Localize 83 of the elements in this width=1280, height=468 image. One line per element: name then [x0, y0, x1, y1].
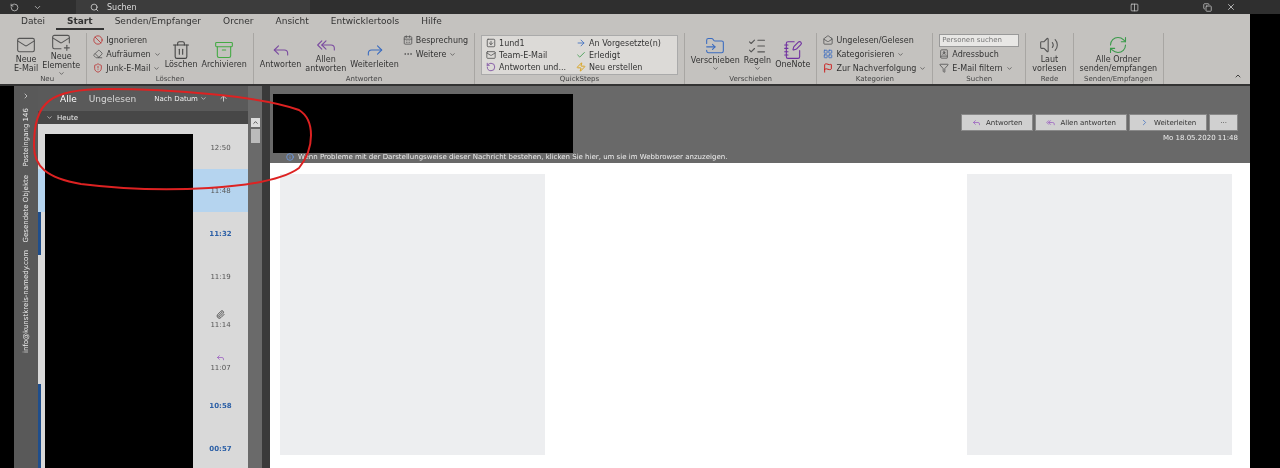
menu-tab[interactable]: Orcner [212, 14, 265, 30]
collapse-caret-icon [46, 114, 53, 121]
scroll-up-icon[interactable] [250, 118, 260, 127]
dropdown-caret-icon [919, 64, 927, 72]
caret-icon [199, 95, 207, 102]
ribbon-icon [823, 35, 834, 45]
reply-arrow-icon [1046, 118, 1056, 127]
ribbon-icon [93, 35, 104, 45]
ribbon-icon [486, 38, 497, 48]
ribbon-button[interactable]: Laut vorlesen [1032, 35, 1067, 73]
sync-icon[interactable] [10, 2, 19, 12]
ribbon-icon [1108, 35, 1129, 55]
ribbon-button[interactable]: Alle Ordner senden/empfangen [1079, 35, 1158, 73]
ribbon-icon [1039, 35, 1060, 55]
ribbon-icon [486, 62, 497, 72]
ribbon-small-button[interactable]: Antworten und... [486, 61, 567, 73]
ribbon-button[interactable]: OneNote [775, 39, 811, 69]
ribbon-icon [823, 63, 834, 73]
menu-tab[interactable]: Senden/Empfanger [103, 14, 213, 30]
ribbon-icon [576, 50, 587, 60]
ribbon-small-button[interactable]: Neu erstellen [576, 61, 661, 73]
ribbon-icon [16, 35, 37, 55]
filter-tab[interactable]: Alle [60, 93, 77, 104]
ribbon-button[interactable]: Allen antworten [305, 35, 347, 73]
ribbon-button[interactable]: Archivieren [201, 39, 247, 69]
reply-arrow-icon [972, 118, 982, 127]
ribbon-icon [402, 35, 413, 45]
dropdown-caret-icon [449, 50, 457, 58]
dropdown-caret-icon [753, 65, 761, 72]
ribbon-small-button[interactable]: Besprechung [402, 35, 469, 45]
ribbon-button[interactable]: Neue E-Mail [14, 35, 39, 73]
ribbon-icon [576, 38, 587, 48]
ribbon-icon [782, 39, 803, 60]
ribbon-small-button[interactable]: An Vorgesetzte(n) [576, 37, 661, 49]
ribbon-small-button[interactable]: 1und1 [486, 37, 567, 49]
menu-tab[interactable]: Entwicklertools [319, 14, 411, 30]
ribbon-button[interactable]: Antworten [259, 39, 302, 69]
info-icon [286, 153, 294, 161]
expand-icon[interactable] [22, 92, 30, 100]
ribbon-icon [171, 39, 192, 60]
menu-tab[interactable]: Datei [10, 14, 56, 30]
dropdown-caret-icon [57, 69, 65, 77]
ribbon-icon [823, 49, 834, 59]
ribbon-button[interactable]: Verschieben [690, 36, 740, 72]
reply-icon [216, 353, 225, 362]
ribbon-small-button[interactable]: Ignorieren [93, 35, 161, 45]
ribbon-small-button[interactable]: Zur Nachverfolgung [823, 63, 927, 73]
filter-tab[interactable]: Ungelesen [88, 93, 137, 104]
dropdown-caret-icon [897, 50, 905, 58]
ribbon-small-button[interactable]: Junk-E-Mail [93, 63, 161, 73]
menu-tab[interactable]: Ansicht [264, 14, 320, 30]
ribbon-small-button[interactable]: Weitere [402, 49, 469, 59]
ribbon-small-button[interactable]: Ungelesen/Gelesen [823, 35, 927, 45]
paperclip-icon [216, 310, 225, 319]
ribbon-small-button[interactable]: Kategorisieren [823, 49, 927, 59]
ribbon-small-button[interactable]: Erledigt [576, 49, 661, 61]
ribbon-icon [939, 63, 950, 73]
search-icon [90, 2, 99, 12]
menu-tab[interactable]: Hilfe [410, 14, 453, 30]
dropdown-caret-icon [1005, 64, 1013, 72]
ribbon-icon [486, 50, 497, 60]
ribbon-button[interactable]: Regeln [743, 36, 772, 72]
ribbon-small-button[interactable]: E-Mail filtern [939, 63, 1020, 73]
ribbon-button[interactable]: Löschen [164, 39, 198, 69]
ribbon-icon [93, 63, 104, 73]
ribbon-icon [214, 39, 235, 60]
ribbon-small-button[interactable]: Aufräumen [93, 49, 161, 59]
ribbon-button[interactable]: Neue Elemente [42, 31, 81, 77]
restore-icon[interactable] [1203, 2, 1212, 12]
sort-direction-icon[interactable] [218, 94, 228, 103]
dropdown-caret-icon [711, 65, 719, 72]
ribbon-button[interactable]: Weiterleiten [350, 39, 399, 69]
close-icon[interactable] [1226, 2, 1236, 12]
ribbon-icon [705, 36, 726, 56]
ribbon-small-button[interactable]: Adressbuch [939, 49, 1020, 59]
window-mode-icon[interactable] [1130, 2, 1139, 12]
scroll-thumb[interactable] [250, 129, 260, 143]
ribbon-icon [576, 62, 587, 72]
search-field[interactable]: Suchen [76, 0, 310, 14]
ribbon-small-button[interactable]: Team-E-Mail [486, 49, 567, 61]
collapse-ribbon-icon[interactable] [1234, 72, 1242, 80]
ribbon-icon [939, 49, 950, 59]
ribbon-icon [93, 49, 104, 59]
